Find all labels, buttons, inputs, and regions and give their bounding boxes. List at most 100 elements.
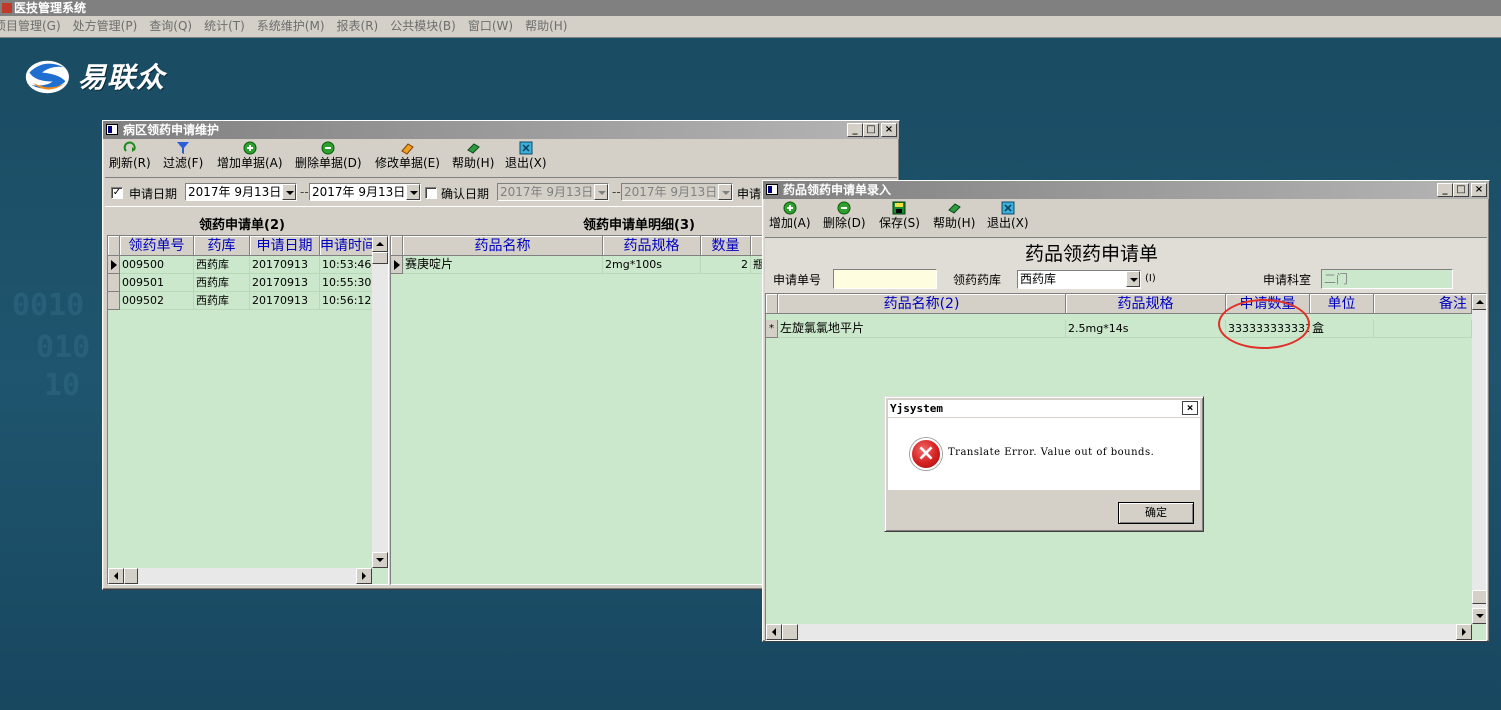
dropdown-arrow-icon <box>406 184 420 200</box>
confirm-date-from-picker[interactable]: 2017年 9月13日 <box>497 183 609 201</box>
cell-drug-name[interactable]: 左旋氯氯地平片 <box>778 320 1066 338</box>
table-row[interactable]: * 左旋氯氯地平片 2.5mg*14s 3333333333333 盒 <box>766 320 1472 338</box>
scroll-down-button[interactable] <box>372 552 388 568</box>
help-button[interactable]: 帮助(H) <box>933 201 975 230</box>
add-document-button[interactable]: 增加单据(A) <box>217 141 283 170</box>
scroll-right-button[interactable] <box>1456 624 1472 640</box>
row-indicator-header <box>766 294 778 314</box>
cell-request-no[interactable]: 009502 <box>120 292 194 310</box>
column-header[interactable]: 备注 <box>1374 294 1472 314</box>
scroll-right-button[interactable] <box>356 568 372 584</box>
scroll-up-button[interactable] <box>372 236 388 252</box>
column-header[interactable]: 药品名称(2) <box>778 294 1066 314</box>
table-row[interactable]: 009501 西药库 20170913 10:55:30 <box>108 274 374 292</box>
delete-button[interactable]: 删除(D) <box>823 201 866 230</box>
refresh-button[interactable]: 刷新(R) <box>109 141 151 170</box>
scroll-thumb[interactable] <box>124 568 138 584</box>
menu-item-common[interactable]: 公共模块(B) <box>384 16 462 36</box>
menu-item-window[interactable]: 窗口(W) <box>462 16 519 36</box>
menu-item-project[interactable]: 项目管理(G) <box>0 16 67 36</box>
apply-date-checkbox[interactable]: ✓ <box>111 187 123 199</box>
column-header[interactable]: 领药单号 <box>120 236 194 256</box>
menu-item-query[interactable]: 查询(Q) <box>143 16 198 36</box>
column-header[interactable]: 药库 <box>194 236 250 256</box>
maximize-button[interactable]: □ <box>1453 183 1469 197</box>
table-row[interactable]: 009502 西药库 20170913 10:56:12 <box>108 292 374 310</box>
column-header[interactable]: 单位 <box>1310 294 1374 314</box>
window-titlebar[interactable]: 病区领药申请维护 _ □ × <box>103 121 899 139</box>
confirm-date-to-picker[interactable]: 2017年 9月13日 <box>621 183 733 201</box>
store-select[interactable]: 西药库 <box>1017 270 1141 289</box>
row-indicator-header <box>108 236 120 256</box>
menu-item-maintenance[interactable]: 系统维护(M) <box>251 16 331 36</box>
cell-drug-spec[interactable]: 2mg*100s <box>603 256 701 274</box>
exit-button[interactable]: 退出(X) <box>987 201 1029 230</box>
cell-time[interactable]: 10:55:30 <box>320 274 374 292</box>
apply-label-cut: 申请 <box>737 187 762 201</box>
cell-unit[interactable]: 盒 <box>1310 320 1374 338</box>
close-button[interactable]: × <box>1471 183 1487 197</box>
cell-time[interactable]: 10:53:46 <box>320 256 374 274</box>
vertical-scrollbar[interactable] <box>1472 294 1486 624</box>
window-titlebar[interactable]: 药品领药申请单录入 _ □ × <box>763 181 1489 199</box>
apply-date-from-picker[interactable]: 2017年 9月13日 <box>185 183 297 201</box>
scroll-up-button[interactable] <box>1472 294 1486 310</box>
cell-time[interactable]: 10:56:12 <box>320 292 374 310</box>
confirm-date-checkbox[interactable] <box>425 187 437 199</box>
horizontal-scrollbar[interactable] <box>108 568 372 584</box>
confirm-date-label: 确认日期 <box>441 187 490 201</box>
help-button[interactable]: 帮助(H) <box>452 141 494 170</box>
cell-note[interactable] <box>1374 320 1472 338</box>
dialog-titlebar[interactable]: Yjsystem × <box>888 400 1200 418</box>
column-header[interactable]: 药品规格 <box>603 236 701 256</box>
cell-date[interactable]: 20170913 <box>250 274 320 292</box>
scroll-thumb[interactable] <box>782 624 798 640</box>
exit-icon <box>1001 201 1015 215</box>
cell-request-no[interactable]: 009501 <box>120 274 194 292</box>
vertical-scrollbar[interactable] <box>372 236 388 568</box>
column-header[interactable]: 申请时间 <box>320 236 374 256</box>
cell-date[interactable]: 20170913 <box>250 256 320 274</box>
menu-item-help[interactable]: 帮助(H) <box>519 16 573 36</box>
logo-icon <box>25 60 69 94</box>
cell-drug-spec[interactable]: 2.5mg*14s <box>1066 320 1226 338</box>
close-icon[interactable]: × <box>1182 401 1198 415</box>
cell-request-no[interactable]: 009500 <box>120 256 194 274</box>
scroll-down-button[interactable] <box>1472 608 1486 624</box>
menu-item-prescription[interactable]: 处方管理(P) <box>67 16 144 36</box>
add-button[interactable]: 增加(A) <box>769 201 811 230</box>
cell-store[interactable]: 西药库 <box>194 256 250 274</box>
edit-document-button[interactable]: 修改单据(E) <box>375 141 440 170</box>
column-header[interactable]: 药品名称 <box>403 236 603 256</box>
column-header[interactable]: 数量 <box>701 236 751 256</box>
cell-drug-name[interactable]: 赛庚啶片 <box>403 256 603 274</box>
ok-button[interactable]: 确定 <box>1118 502 1194 524</box>
error-message: Translate Error. Value out of bounds. <box>948 447 1155 458</box>
dialog-body: × Translate Error. Value out of bounds. <box>888 418 1200 490</box>
exit-button[interactable]: 退出(X) <box>505 141 547 170</box>
cell-store[interactable]: 西药库 <box>194 274 250 292</box>
filter-button[interactable]: 过滤(F) <box>163 141 203 170</box>
minimize-button[interactable]: _ <box>1437 183 1453 197</box>
minimize-button[interactable]: _ <box>847 123 863 137</box>
column-header[interactable]: 申请日期 <box>250 236 320 256</box>
scroll-left-button[interactable] <box>766 624 782 640</box>
delete-document-button[interactable]: 删除单据(D) <box>295 141 362 170</box>
apply-date-to-picker[interactable]: 2017年 9月13日 <box>309 183 421 201</box>
scroll-thumb[interactable] <box>1472 590 1486 604</box>
maximize-button[interactable]: □ <box>863 123 879 137</box>
scroll-thumb[interactable] <box>372 252 388 264</box>
menu-item-report[interactable]: 报表(R) <box>331 16 385 36</box>
menu-item-statistics[interactable]: 统计(T) <box>198 16 251 36</box>
column-header[interactable]: 药品规格 <box>1066 294 1226 314</box>
cell-store[interactable]: 西药库 <box>194 292 250 310</box>
horizontal-scrollbar[interactable] <box>766 624 1472 640</box>
close-button[interactable]: × <box>881 123 897 137</box>
save-button[interactable]: 保存(S) <box>879 201 920 230</box>
table-row[interactable]: 009500 西药库 20170913 10:53:46 <box>108 256 374 274</box>
dept-input[interactable]: 二门 <box>1321 269 1453 289</box>
cell-date[interactable]: 20170913 <box>250 292 320 310</box>
cell-quantity[interactable]: 2 <box>701 256 751 274</box>
apply-no-input[interactable] <box>833 269 937 289</box>
scroll-left-button[interactable] <box>108 568 124 584</box>
